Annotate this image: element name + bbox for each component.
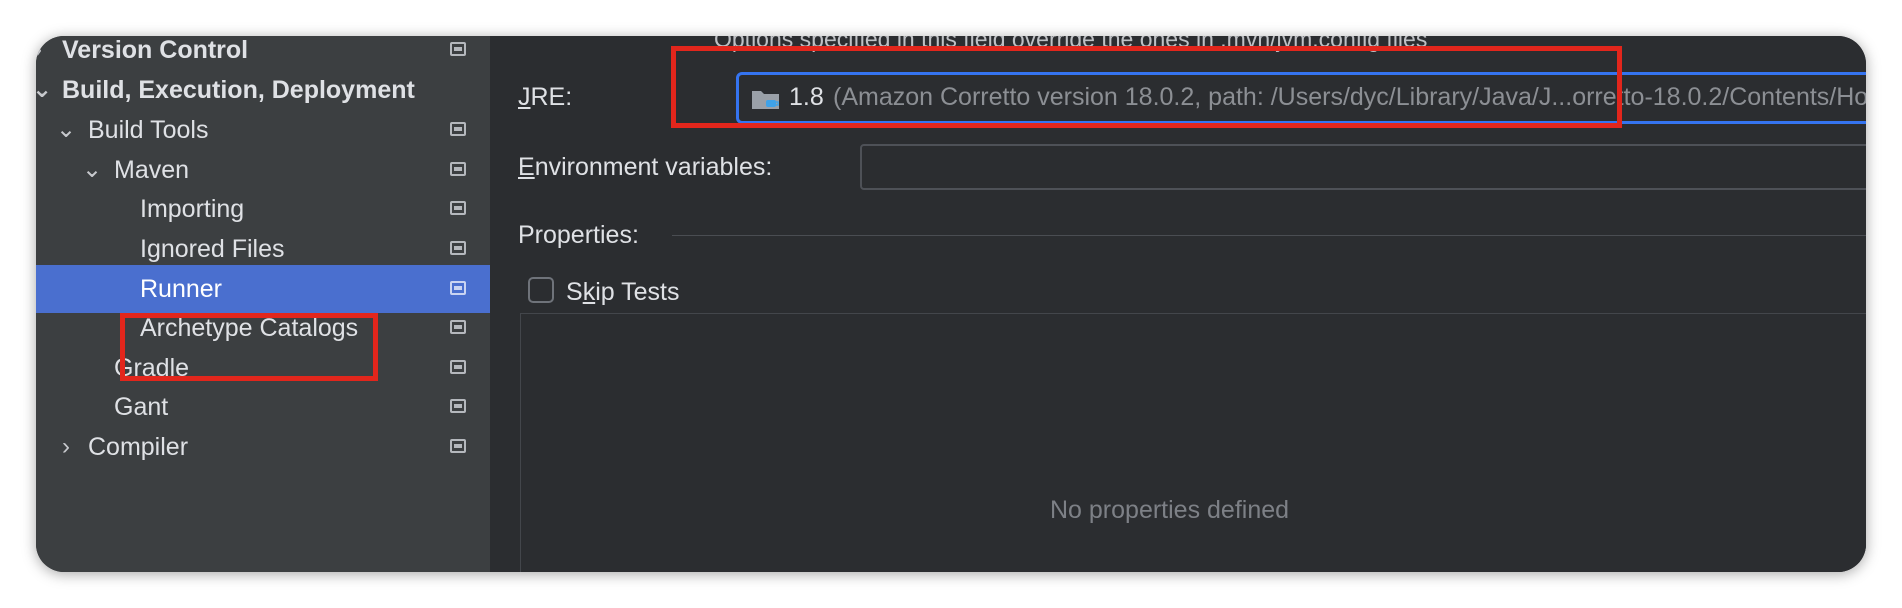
project-settings-icon: [450, 439, 466, 453]
project-settings-icon: [450, 162, 466, 176]
skip-tests-label-pre: S: [566, 278, 583, 306]
properties-label: Properties:: [518, 221, 639, 249]
project-settings-icon: [450, 399, 466, 413]
sidebar-item-compiler[interactable]: › Compiler: [36, 423, 490, 471]
environment-variables-input[interactable]: [860, 144, 1866, 190]
properties-separator: [672, 235, 1866, 236]
skip-tests-label-post: ip Tests: [595, 278, 680, 306]
project-settings-icon: [450, 42, 466, 56]
skip-tests-checkbox[interactable]: [528, 277, 554, 303]
env-label-mnemonic: E: [518, 153, 535, 181]
runner-highlight-box: [120, 313, 378, 381]
env-label-text: nvironment variables:: [534, 153, 773, 181]
project-settings-icon: [450, 281, 466, 295]
project-settings-icon: [450, 201, 466, 215]
jre-highlight-box: [671, 46, 1622, 128]
jre-label-text: RE:: [530, 83, 573, 111]
jre-label: JRE:: [518, 83, 572, 112]
project-settings-icon: [450, 320, 466, 334]
chevron-right-icon[interactable]: ›: [56, 423, 76, 471]
jre-label-mnemonic: J: [518, 83, 531, 111]
project-settings-icon: [450, 360, 466, 374]
environment-variables-label: Environment variables:: [518, 153, 772, 182]
skip-tests-label-mnemonic: k: [582, 278, 596, 306]
settings-sidebar: › Version Control ⌄ Build, Execution, De…: [36, 36, 490, 572]
project-settings-icon: [450, 241, 466, 255]
project-settings-icon: [450, 122, 466, 136]
sidebar-item-label: Compiler: [88, 433, 189, 461]
properties-table[interactable]: [520, 313, 1866, 572]
properties-empty-text: No properties defined: [1050, 496, 1290, 524]
skip-tests-label[interactable]: Skip Tests: [566, 278, 680, 307]
